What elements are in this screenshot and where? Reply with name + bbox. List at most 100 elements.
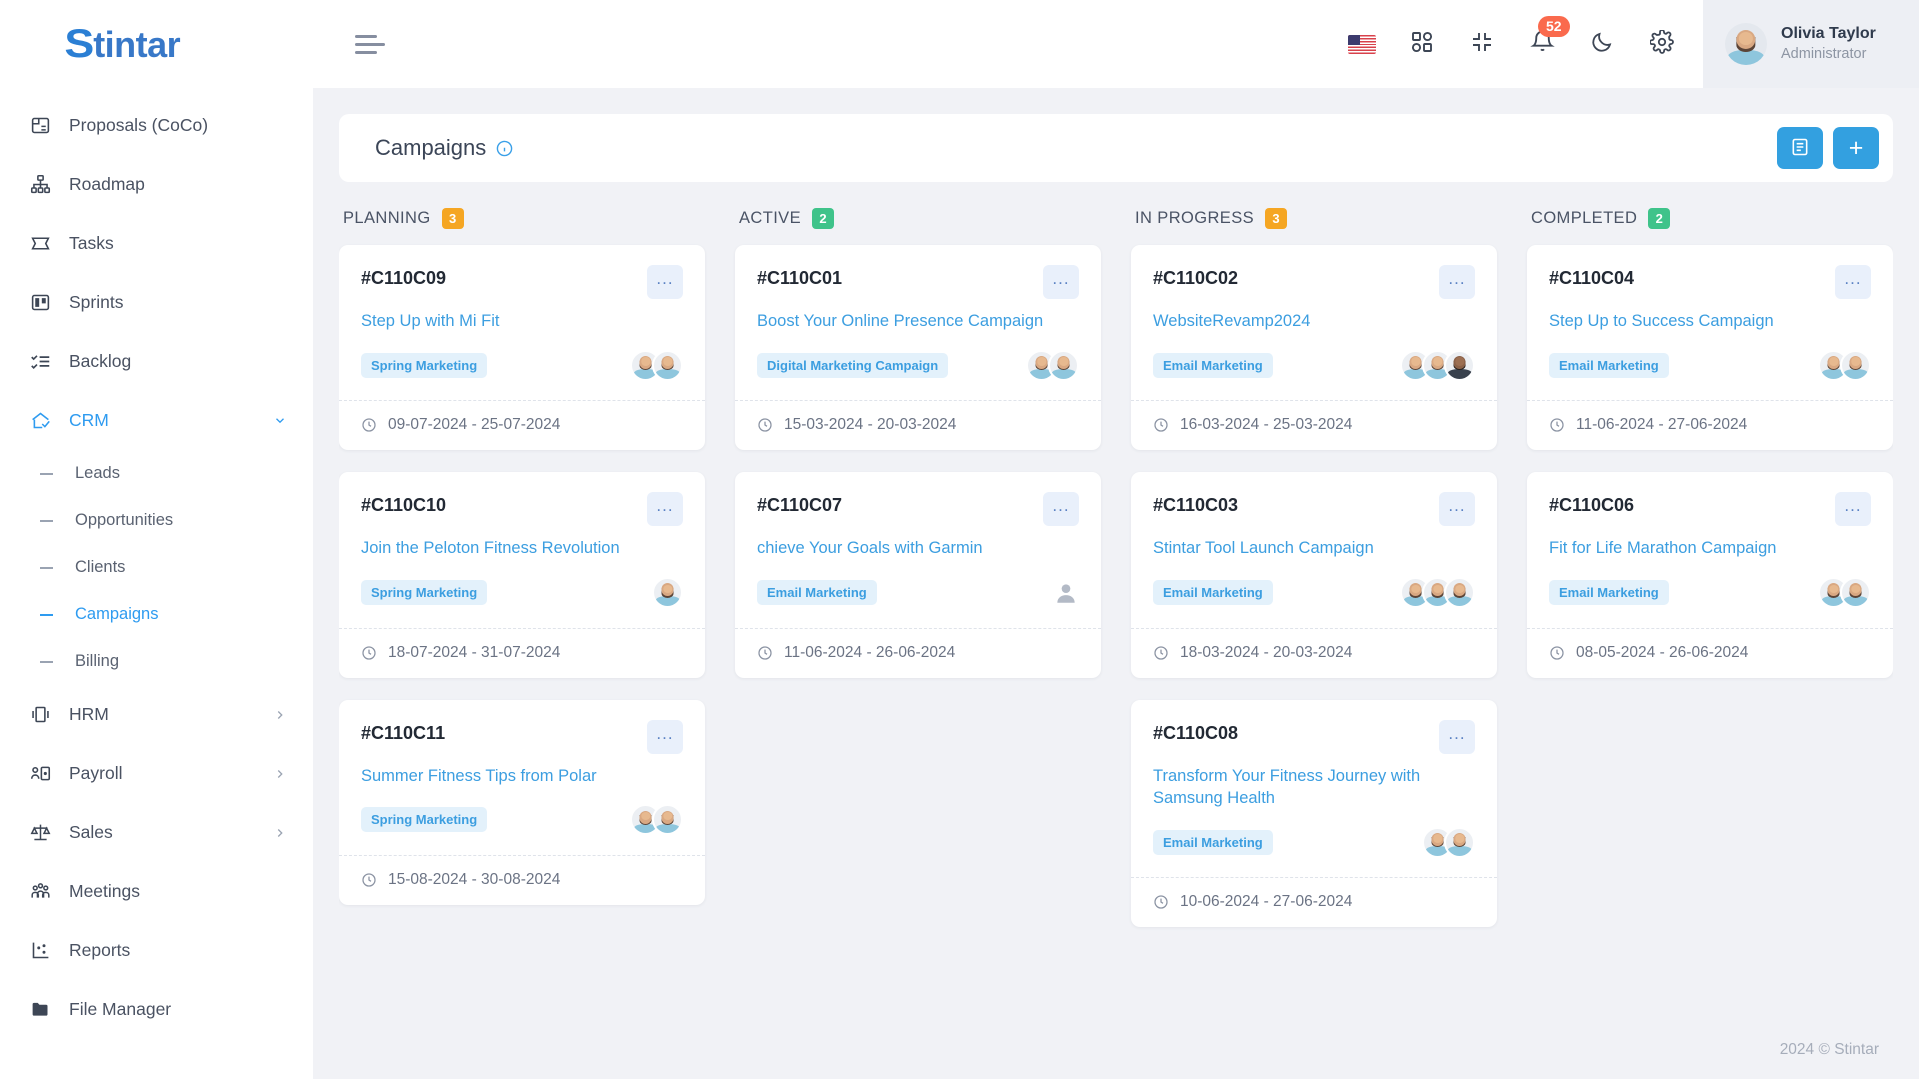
clock-icon <box>1549 645 1565 661</box>
card-menu-button[interactable]: ... <box>1043 265 1079 299</box>
card-menu-button[interactable]: ... <box>1835 265 1871 299</box>
sidebar-item-tasks[interactable]: Tasks <box>0 214 313 273</box>
settings-button[interactable] <box>1645 27 1679 61</box>
app-logo[interactable]: Stintar <box>0 0 313 88</box>
column-header: IN PROGRESS 3 <box>1131 208 1497 245</box>
sidebar-item-payroll[interactable]: Payroll <box>0 744 313 803</box>
card-assignee-avatars[interactable] <box>652 577 683 609</box>
sidebar-item-backlog[interactable]: Backlog <box>0 332 313 391</box>
campaign-card[interactable]: #C110C01... Boost Your Online Presence Ca… <box>735 245 1101 451</box>
sidebar-subitem-opportunities[interactable]: Opportunities <box>0 497 313 544</box>
campaign-card[interactable]: #C110C03... Stintar Tool Launch Campaign E… <box>1131 472 1497 678</box>
sidebar-item-proposals[interactable]: Proposals (CoCo) <box>0 96 313 155</box>
bullet-dash-icon <box>40 660 53 663</box>
dark-mode-toggle[interactable] <box>1585 27 1619 61</box>
card-title-link[interactable]: WebsiteRevamp2024 <box>1153 310 1475 332</box>
card-assignee-avatars[interactable] <box>1422 826 1475 858</box>
notification-badge: 52 <box>1538 16 1570 37</box>
card-assignee-avatars[interactable] <box>1400 577 1475 609</box>
language-selector[interactable] <box>1345 27 1379 61</box>
info-icon[interactable] <box>496 140 513 157</box>
card-id: #C110C06 <box>1549 495 1635 516</box>
card-menu-button[interactable]: ... <box>1043 492 1079 527</box>
add-campaign-button[interactable]: + <box>1833 127 1879 169</box>
card-menu-button[interactable]: ... <box>647 265 683 299</box>
column-header: COMPLETED 2 <box>1527 208 1893 245</box>
roadmap-icon <box>28 173 52 197</box>
campaign-card[interactable]: #C110C04... Step Up to Success Campaign Em… <box>1527 245 1893 451</box>
sidebar-item-hrm[interactable]: HRM <box>0 685 313 744</box>
card-menu-button[interactable]: ... <box>647 492 683 527</box>
topbar: 52 Olivia Taylor Administrator <box>313 0 1919 88</box>
card-date-range: 15-03-2024 - 20-03-2024 <box>784 416 957 434</box>
card-footer: 15-08-2024 - 30-08-2024 <box>339 854 705 905</box>
card-body: #C110C08... Transform Your Fitness Journe… <box>1131 700 1497 878</box>
sidebar-item-roadmap[interactable]: Roadmap <box>0 155 313 214</box>
sidebar-item-crm[interactable]: CRM <box>0 391 313 450</box>
campaign-card[interactable]: #C110C10... Join the Peloton Fitness Revo… <box>339 472 705 678</box>
campaign-card[interactable]: #C110C06... Fit for Life Marathon Campaig… <box>1527 472 1893 678</box>
card-title-link[interactable]: Step Up with Mi Fit <box>361 310 683 332</box>
card-assignee-avatars[interactable] <box>1818 577 1871 609</box>
sidebar-subitem-billing[interactable]: Billing <box>0 638 313 685</box>
card-title-link[interactable]: Fit for Life Marathon Campaign <box>1549 537 1871 559</box>
card-tag-badge: Spring Marketing <box>361 580 488 606</box>
card-menu-button[interactable]: ... <box>1439 265 1475 299</box>
card-tag-badge: Email Marketing <box>1153 829 1273 855</box>
sidebar-item-meetings[interactable]: Meetings <box>0 862 313 921</box>
card-assignee-avatars[interactable] <box>630 349 683 381</box>
card-title-link[interactable]: Transform Your Fitness Journey with Sams… <box>1153 765 1475 810</box>
campaign-card[interactable]: #C110C08... Transform Your Fitness Journe… <box>1131 699 1497 928</box>
campaign-card[interactable]: #C110C11... Summer Fitness Tips from Pola… <box>339 699 705 905</box>
sales-icon <box>28 821 52 845</box>
card-title-link[interactable]: Boost Your Online Presence Campaign <box>757 310 1079 332</box>
user-name: Olivia Taylor <box>1781 25 1876 43</box>
card-meta-row: Email Marketing <box>1153 574 1475 612</box>
kanban-column: COMPLETED 2 #C110C04... Step Up to Success … <box>1527 208 1893 1021</box>
card-title-link[interactable]: Step Up to Success Campaign <box>1549 310 1871 332</box>
column-title: IN PROGRESS <box>1135 209 1255 227</box>
meetings-icon <box>28 880 52 904</box>
sidebar-item-sales[interactable]: Sales <box>0 803 313 862</box>
card-title-link[interactable]: Stintar Tool Launch Campaign <box>1153 537 1475 559</box>
card-assignee-avatars[interactable] <box>1053 578 1079 608</box>
sidebar-item-label: Proposals (CoCo) <box>69 115 209 135</box>
list-view-button[interactable] <box>1777 127 1823 169</box>
fullscreen-button[interactable] <box>1465 27 1499 61</box>
card-assignee-avatars[interactable] <box>1400 349 1475 381</box>
card-title-link[interactable]: Summer Fitness Tips from Polar <box>361 765 683 787</box>
us-flag-icon <box>1348 34 1376 54</box>
user-profile-menu[interactable]: Olivia Taylor Administrator <box>1703 0 1919 88</box>
card-assignee-avatars[interactable] <box>630 804 683 836</box>
card-title-link[interactable]: chieve Your Goals with Garmin <box>757 537 1079 559</box>
card-menu-button[interactable]: ... <box>1439 719 1475 754</box>
column-title: ACTIVE <box>739 209 801 227</box>
card-menu-button[interactable]: ... <box>1439 492 1475 527</box>
card-menu-button[interactable]: ... <box>647 719 683 754</box>
bullet-dash-icon <box>40 613 53 616</box>
sidebar-item-sprints[interactable]: Sprints <box>0 273 313 332</box>
clock-icon <box>1549 417 1565 433</box>
sidebar-item-label: CRM <box>69 410 109 430</box>
sidebar-item-label: Sprints <box>69 292 124 312</box>
card-meta-row: Spring Marketing <box>361 574 683 612</box>
sidebar-subitem-clients[interactable]: Clients <box>0 544 313 591</box>
sidebar-subitem-campaigns[interactable]: Campaigns <box>0 591 313 638</box>
sidebar-item-file-manager[interactable]: File Manager <box>0 980 313 1039</box>
campaign-card[interactable]: #C110C02... WebsiteRevamp2024 Email Market… <box>1131 245 1497 451</box>
card-top-row: #C110C09... <box>361 265 683 299</box>
notifications-button[interactable]: 52 <box>1525 16 1570 61</box>
column-count-badge: 2 <box>1648 208 1671 229</box>
sidebar-subitem-label: Opportunities <box>75 511 174 529</box>
campaign-card[interactable]: #C110C09... Step Up with Mi Fit Spring Mar… <box>339 245 705 451</box>
card-assignee-avatars[interactable] <box>1818 349 1871 381</box>
campaign-card[interactable]: #C110C07... chieve Your Goals with Garmin… <box>735 472 1101 678</box>
card-menu-button[interactable]: ... <box>1835 492 1871 527</box>
sidebar-item-reports[interactable]: Reports <box>0 921 313 980</box>
hamburger-icon[interactable] <box>355 34 385 54</box>
card-assignee-avatars[interactable] <box>1026 349 1079 381</box>
apps-button[interactable] <box>1405 27 1439 61</box>
sidebar-subitem-leads[interactable]: Leads <box>0 450 313 497</box>
card-title-link[interactable]: Join the Peloton Fitness Revolution <box>361 537 683 559</box>
card-top-row: #C110C10... <box>361 492 683 527</box>
